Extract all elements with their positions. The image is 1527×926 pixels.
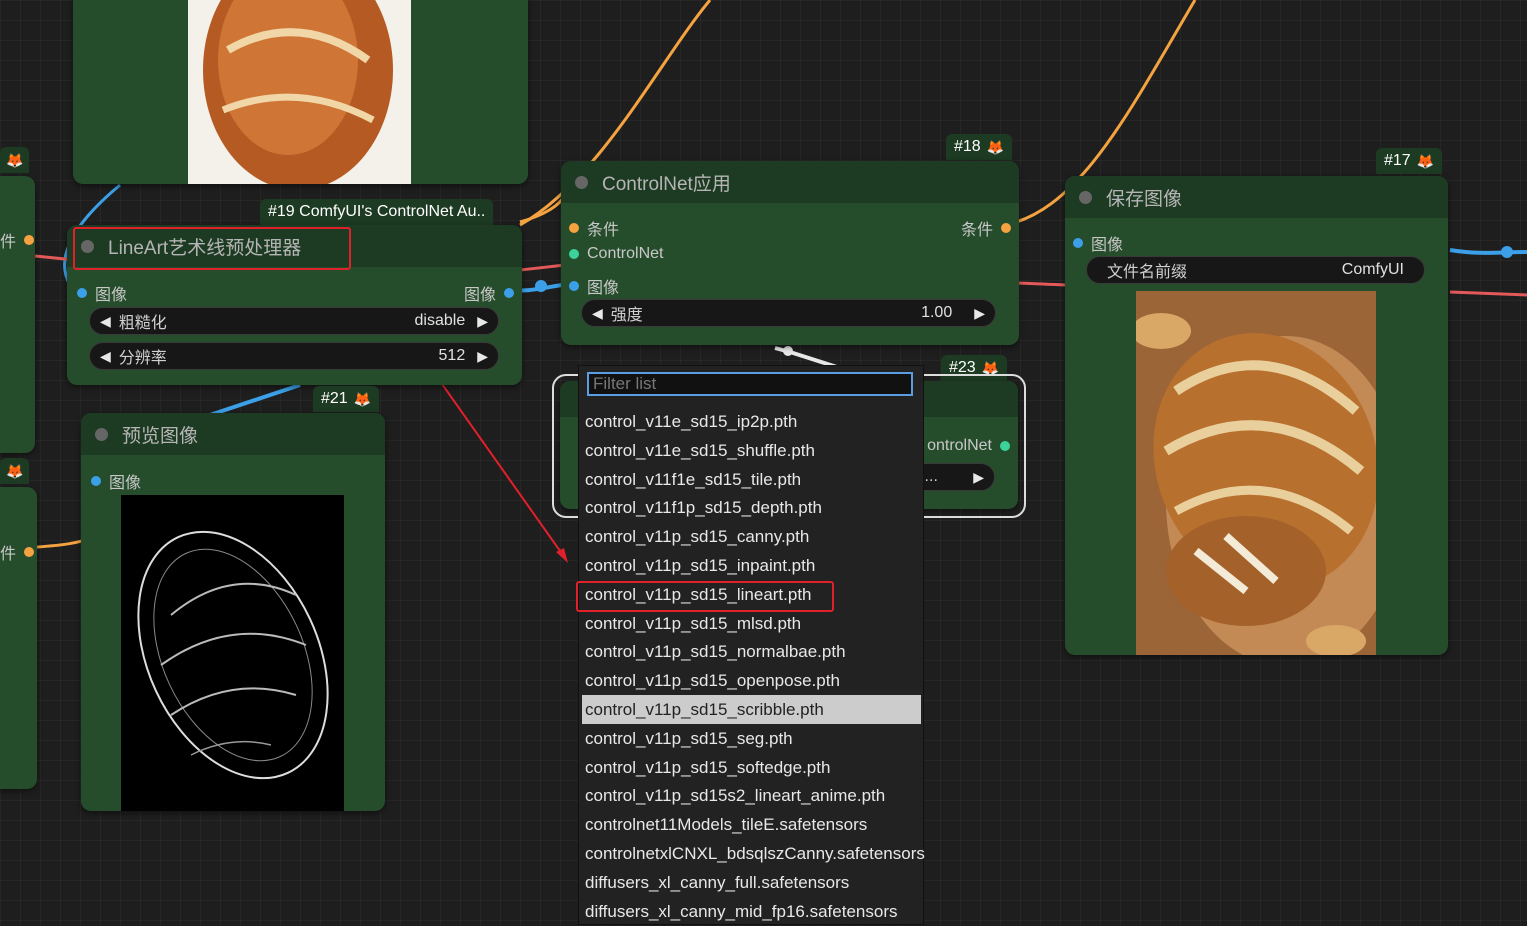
bread-photo-illustration bbox=[203, 0, 393, 184]
input-dot[interactable] bbox=[569, 223, 579, 233]
dropdown-option[interactable]: control_v11p_sd15_scribble.pth bbox=[582, 695, 921, 724]
fox-icon: 🦊 bbox=[6, 151, 24, 168]
left-partial-node-bottom[interactable] bbox=[0, 487, 37, 789]
dropdown-option[interactable]: control_v11p_sd15_mlsd.pth bbox=[582, 609, 921, 638]
left-partial-badge-bottom: 🦊 bbox=[0, 458, 30, 484]
input-dot[interactable] bbox=[569, 249, 579, 259]
arrow-left-icon[interactable]: ◀ bbox=[592, 305, 603, 322]
dropdown-option[interactable]: control_v11f1p_sd15_depth.pth bbox=[582, 493, 921, 522]
left-partial-badge-top: 🦊 bbox=[0, 147, 30, 173]
node-title-bar[interactable]: ControlNet应用 bbox=[561, 161, 1019, 203]
output-dot[interactable] bbox=[1001, 223, 1011, 233]
dropdown-option[interactable]: control_v11p_sd15_softedge.pth bbox=[582, 753, 921, 782]
widget-coarse[interactable]: ◀ 粗糙化 disable ▶ bbox=[89, 307, 499, 335]
arrow-right-icon[interactable]: ▶ bbox=[477, 313, 488, 330]
wire-orange-cond bbox=[519, 194, 567, 224]
lineart-preview-image bbox=[121, 495, 344, 811]
dropdown-option[interactable]: control_v11p_sd15_seg.pth bbox=[582, 724, 921, 753]
wire-red-far bbox=[1449, 290, 1527, 297]
output-slot-controlnet[interactable]: ontrolNet bbox=[927, 437, 1010, 455]
load-image-node[interactable] bbox=[73, 0, 528, 184]
dropdown-option[interactable]: control_v11e_sd15_shuffle.pth bbox=[582, 436, 921, 465]
save-image-node[interactable]: 保存图像 图像 文件名前缀 ComfyUI bbox=[1065, 176, 1448, 655]
input-slot-image[interactable]: 图像 bbox=[91, 469, 141, 493]
left-partial-slot-a[interactable]: 件 bbox=[0, 228, 35, 252]
saved-bread-image bbox=[1136, 291, 1376, 655]
input-dot[interactable] bbox=[569, 281, 579, 291]
widget-resolution[interactable]: ◀ 分辨率 512 ▶ bbox=[89, 342, 499, 370]
input-dot[interactable] bbox=[77, 288, 87, 298]
dropdown-option[interactable]: controlnet11Models_tileE.safetensors bbox=[582, 810, 921, 839]
input-slot-image[interactable]: 图像 bbox=[569, 274, 619, 298]
fox-icon: 🦊 bbox=[353, 390, 372, 407]
left-partial-slot-b[interactable]: 件 bbox=[0, 540, 35, 564]
output-dot[interactable] bbox=[504, 288, 514, 298]
controlnet-model-dropdown[interactable]: Filter list control_v11e_sd15_ip2p.pth co… bbox=[578, 365, 925, 926]
wire-red-right bbox=[1017, 281, 1071, 287]
dropdown-option[interactable]: controlnetxlCNXL_bdsqlszCanny.safetensor… bbox=[582, 839, 925, 868]
input-dot[interactable] bbox=[1073, 238, 1083, 248]
annotation-box-lineart-title bbox=[73, 227, 351, 270]
input-slot-conditioning[interactable]: 条件 bbox=[569, 216, 619, 240]
dropdown-option[interactable]: control_v11p_sd15_inpaint.pth bbox=[582, 551, 921, 580]
node-title-bar[interactable]: 预览图像 bbox=[81, 413, 385, 455]
fox-icon: 🦊 bbox=[1416, 152, 1435, 169]
collapse-dot[interactable] bbox=[575, 175, 588, 189]
node-badge-controlnet: #18 🦊 bbox=[946, 134, 1013, 160]
dropdown-option[interactable]: control_v11e_sd15_ip2p.pth bbox=[582, 407, 921, 436]
node-title: ControlNet应用 bbox=[602, 173, 731, 195]
node-title: 保存图像 bbox=[1106, 188, 1183, 210]
arrow-left-icon[interactable]: ◀ bbox=[100, 348, 111, 365]
dropdown-option[interactable]: control_v11f1e_sd15_tile.pth bbox=[582, 465, 921, 494]
output-dot[interactable] bbox=[24, 547, 35, 557]
arrow-right-icon[interactable]: ▶ bbox=[973, 469, 984, 486]
input-slot-image[interactable]: 图像 bbox=[77, 281, 127, 305]
node-badge-preview: #21 🦊 bbox=[313, 386, 380, 412]
wire-blue-right-endpoint[interactable] bbox=[1501, 246, 1513, 258]
arrow-left-icon[interactable]: ◀ bbox=[100, 313, 111, 330]
dropdown-option[interactable]: control_v11p_sd15_normalbae.pth bbox=[582, 637, 921, 666]
output-slot-conditioning[interactable]: 条件 bbox=[961, 216, 1011, 240]
input-slot-image[interactable]: 图像 bbox=[1073, 231, 1123, 255]
dropdown-option[interactable]: control_v11p_sd15s2_lineart_anime.pth bbox=[582, 781, 921, 810]
fox-icon: 🦊 bbox=[986, 138, 1005, 155]
bread-image bbox=[188, 0, 411, 184]
node-badge-lineart: #19 ComfyUI's ControlNet Au.. bbox=[260, 199, 494, 225]
wire-white-endpoint[interactable] bbox=[783, 346, 793, 356]
dropdown-option[interactable]: diffusers_xl_canny_full.safetensors bbox=[582, 868, 921, 897]
widget-filename-prefix[interactable]: 文件名前缀 ComfyUI bbox=[1086, 256, 1425, 284]
lineart-illustration bbox=[137, 530, 329, 780]
controlnet-apply-node[interactable]: ControlNet应用 条件 条件 ControlNet 图像 ◀ 强度 1.… bbox=[561, 161, 1019, 345]
fox-icon: 🦊 bbox=[6, 462, 24, 479]
collapse-dot[interactable] bbox=[95, 427, 108, 441]
wire-blue-right bbox=[1449, 248, 1527, 255]
dropdown-option[interactable]: diffusers_xl_canny_mid_fp16.safetensors bbox=[582, 897, 921, 926]
preview-image-node[interactable]: 预览图像 图像 bbox=[81, 413, 385, 811]
left-partial-node-top[interactable] bbox=[0, 176, 35, 453]
wire-red-mid bbox=[519, 263, 566, 272]
dropdown-option[interactable]: control_v11p_sd15_canny.pth bbox=[582, 522, 921, 551]
filter-list-input[interactable]: Filter list bbox=[587, 372, 913, 396]
node-title-bar[interactable]: 保存图像 bbox=[1065, 176, 1448, 218]
arrow-right-icon[interactable]: ▶ bbox=[477, 348, 488, 365]
output-dot[interactable] bbox=[24, 235, 35, 245]
node-badge-save: #17 🦊 bbox=[1376, 148, 1443, 174]
output-slot-image[interactable]: 图像 bbox=[464, 281, 514, 305]
input-dot[interactable] bbox=[91, 476, 101, 486]
bread-board-illustration bbox=[1136, 291, 1376, 655]
arrow-right-icon[interactable]: ▶ bbox=[974, 305, 985, 322]
input-slot-controlnet[interactable]: ControlNet bbox=[569, 245, 663, 263]
widget-strength[interactable]: ◀ 强度 1.00 ▶ bbox=[581, 299, 996, 327]
wire-blue-preview bbox=[209, 383, 301, 417]
node-title: 预览图像 bbox=[122, 425, 199, 447]
output-dot[interactable] bbox=[1000, 441, 1010, 451]
collapse-dot[interactable] bbox=[1079, 190, 1092, 204]
wire-blue-endpoint[interactable] bbox=[535, 280, 547, 292]
annotation-arrowhead bbox=[556, 548, 568, 563]
annotation-box-lineart-option bbox=[576, 581, 834, 612]
dropdown-option[interactable]: control_v11p_sd15_openpose.pth bbox=[582, 666, 921, 695]
